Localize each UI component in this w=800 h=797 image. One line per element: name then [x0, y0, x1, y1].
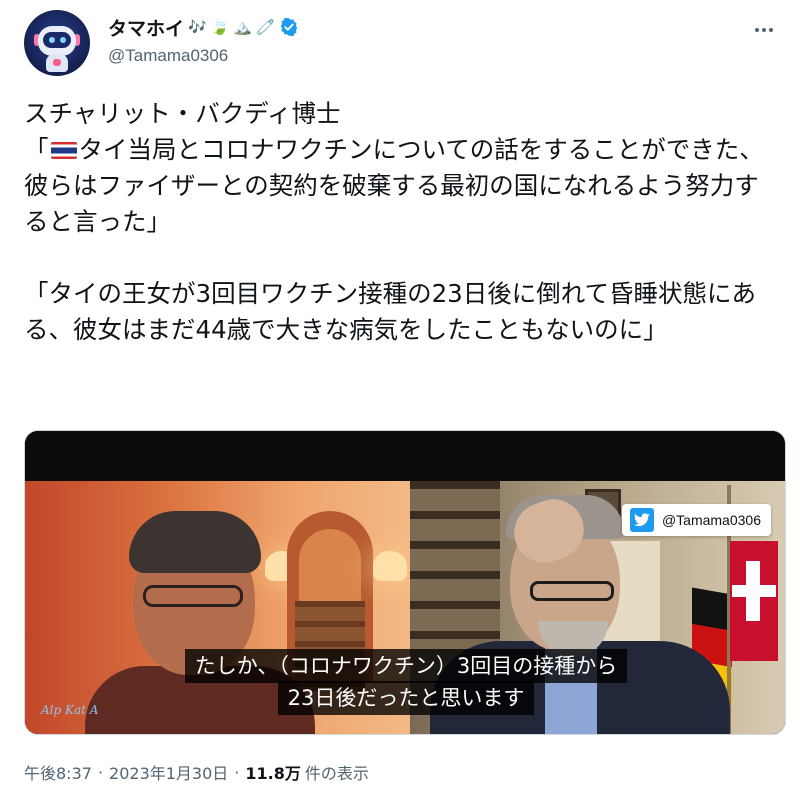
author-name-row: タマホイ 🎶 🍃 🏔️ 🧷 — [108, 14, 299, 40]
subtitle-text: たしか、（コロナワクチン）3回目の接種から — [184, 649, 628, 683]
music-notes-icon: 🎶 — [188, 17, 207, 36]
views-label: 件の表示 — [304, 764, 369, 783]
heart-icon — [53, 59, 61, 66]
tweet-quote-1: 「タイ当局とコロナワクチンについての話をすることができた、彼らはファイザーとの契… — [24, 132, 780, 240]
tweet-meta: 午後8:37 · 2023年1月30日 · 11.8万 件の表示 — [24, 760, 369, 784]
verified-badge-icon — [280, 17, 297, 37]
avatar-eye — [60, 37, 66, 43]
tweet-header: タマホイ 🎶 🍃 🏔️ 🧷 @Tamama0306 — [24, 10, 776, 80]
more-dot-icon — [762, 28, 766, 32]
more-dot-icon — [769, 28, 773, 32]
video-letterbox — [25, 431, 785, 481]
author-handle[interactable]: @Tamama0306 — [108, 46, 228, 66]
tweet-quote-1-text: タイ当局とコロナワクチンについての話をすることができた、彼らはファイザーとの契約… — [24, 135, 764, 236]
meta-separator: · — [234, 762, 240, 782]
speaker-glasses — [530, 581, 614, 601]
tweet-body: スチャリット・バクディ博士 「タイ当局とコロナワクチンについての話をすることがで… — [24, 96, 780, 348]
subtitle-text: 23日後だったと思います — [277, 681, 535, 715]
speaker-glasses — [143, 585, 243, 607]
twitter-bird-icon — [629, 508, 654, 532]
thailand-flag-icon — [50, 142, 77, 159]
avatar-eye — [49, 37, 55, 43]
speaker-hair — [129, 511, 261, 573]
views-count[interactable]: 11.8万 — [245, 760, 300, 784]
author-avatar[interactable] — [24, 10, 90, 76]
tweet-quote-2: 「タイの王女が3回目ワクチン接種の23日後に倒れて昏睡状態にある、彼女はまだ44… — [24, 279, 757, 344]
video-subtitle-line-2: 23日後だったと思います — [25, 681, 785, 715]
leaf-icon: 🍃 — [210, 17, 230, 36]
meta-separator: · — [97, 762, 104, 782]
swiss-flag-cross — [732, 585, 776, 597]
safety-pin-icon: 🧷 — [256, 17, 275, 36]
more-dot-icon — [755, 28, 759, 32]
video-subtitle-line-1: たしか、（コロナワクチン）3回目の接種から — [25, 649, 785, 683]
twitter-handle-badge: @Tamama0306 — [621, 504, 771, 536]
bookshelf — [410, 481, 500, 661]
wall-lamp — [373, 551, 407, 581]
tweet-time[interactable]: 午後8:37 — [24, 760, 92, 784]
quote-open-bracket: 「 — [24, 135, 49, 164]
badge-handle: @Tamama0306 — [661, 512, 761, 528]
tweet-line-title: スチャリット・バクディ博士 — [24, 99, 341, 128]
more-options-button[interactable] — [752, 18, 776, 42]
mountain-icon: 🏔️ — [233, 17, 253, 36]
tweet-video[interactable]: Alp Kat A @Tamama0306 たしか、（コロナワクチン）3回目の接… — [24, 430, 786, 735]
avatar-visor — [43, 32, 71, 48]
tweet-date[interactable]: 2023年1月30日 — [109, 760, 228, 784]
author-display-name[interactable]: タマホイ — [108, 14, 184, 41]
